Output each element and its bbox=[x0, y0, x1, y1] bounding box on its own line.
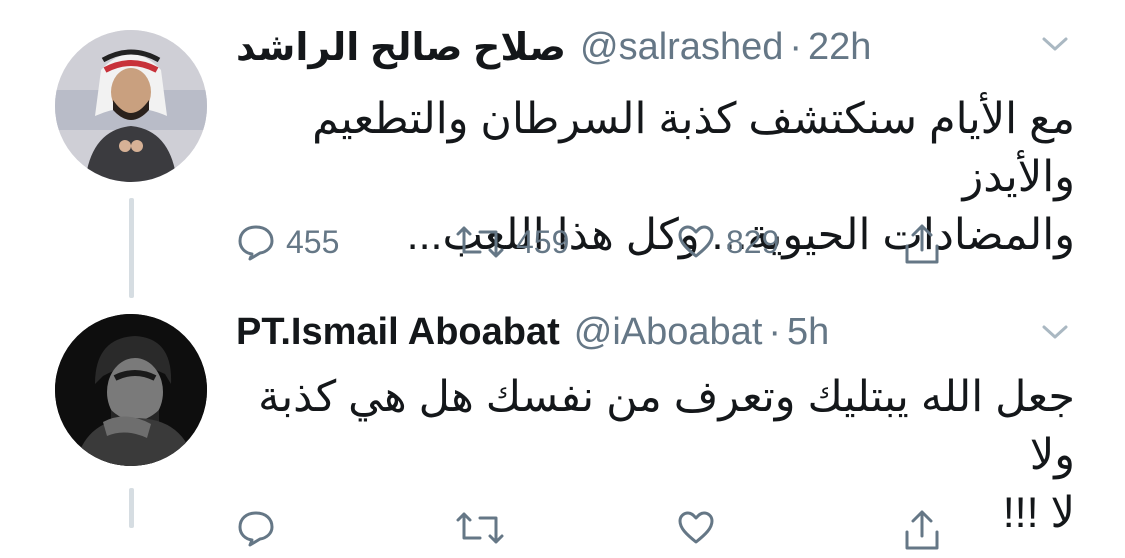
retweet-count: 459 bbox=[516, 223, 570, 260]
retweet-icon bbox=[454, 508, 506, 548]
chevron-down-icon[interactable] bbox=[1040, 322, 1070, 352]
reply-button[interactable]: 455 bbox=[236, 222, 339, 262]
timestamp[interactable]: 5h bbox=[787, 311, 829, 354]
share-icon bbox=[902, 222, 942, 266]
tweet-actions bbox=[236, 508, 1085, 558]
avatar[interactable] bbox=[55, 30, 207, 182]
user-handle[interactable]: @salrashed bbox=[580, 26, 783, 69]
chevron-down-icon[interactable] bbox=[1040, 34, 1070, 64]
user-handle[interactable]: @iAboabat bbox=[574, 311, 763, 354]
retweet-icon bbox=[454, 222, 506, 262]
share-icon bbox=[902, 508, 942, 552]
heart-icon bbox=[676, 508, 716, 548]
tweet[interactable]: صلاح صالح الراشد @salrashed · 22h مع الأ… bbox=[0, 0, 1125, 298]
thread-line bbox=[129, 488, 134, 528]
timestamp[interactable]: 22h bbox=[808, 26, 871, 69]
thread-line bbox=[129, 198, 134, 298]
separator: · bbox=[768, 310, 782, 353]
tweet[interactable]: PT.Ismail Aboabat @iAboabat · 5h جعل الل… bbox=[0, 290, 1125, 550]
like-button[interactable]: 829 bbox=[676, 222, 779, 262]
share-button[interactable] bbox=[902, 508, 942, 552]
heart-icon bbox=[676, 222, 716, 262]
reply-button[interactable] bbox=[236, 508, 286, 548]
like-count: 829 bbox=[726, 223, 780, 260]
reply-count: 455 bbox=[286, 223, 340, 260]
display-name[interactable]: صلاح صالح الراشد bbox=[236, 25, 566, 70]
reply-icon bbox=[236, 508, 276, 548]
retweet-button[interactable] bbox=[454, 508, 516, 548]
display-name[interactable]: PT.Ismail Aboabat bbox=[236, 311, 560, 354]
share-button[interactable] bbox=[902, 222, 942, 266]
tweet-actions: 455 459 829 bbox=[236, 222, 1085, 272]
like-button[interactable] bbox=[676, 508, 726, 548]
tweet-header: PT.Ismail Aboabat @iAboabat · 5h bbox=[236, 307, 1085, 357]
avatar[interactable] bbox=[55, 314, 207, 466]
reply-icon bbox=[236, 222, 276, 262]
retweet-button[interactable]: 459 bbox=[454, 222, 569, 262]
tweet-header: صلاح صالح الراشد @salrashed · 22h bbox=[236, 22, 1085, 72]
separator: · bbox=[789, 25, 802, 68]
